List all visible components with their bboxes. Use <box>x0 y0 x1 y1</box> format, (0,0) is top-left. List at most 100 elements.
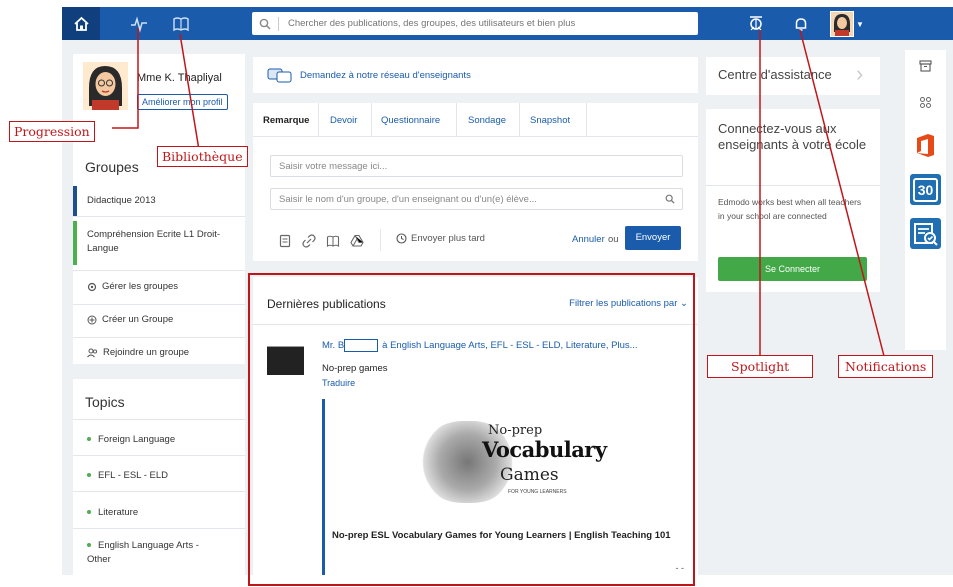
message-input[interactable]: Saisir votre message ici... <box>270 155 683 177</box>
improve-profile-button[interactable]: Améliorer mon profil <box>137 94 228 110</box>
topic-item[interactable]: EFL - ESL - ELD <box>87 469 168 483</box>
chevron-down-icon[interactable]: ▼ <box>856 20 864 29</box>
send-later-button[interactable]: Envoyer plus tard <box>396 233 485 244</box>
post-composer: Remarque Devoir Questionnaire Sondage Sn… <box>253 103 698 261</box>
send-later-label: Envoyer plus tard <box>411 233 485 244</box>
chat-bubbles-icon <box>267 68 292 83</box>
profile-avatar[interactable] <box>83 62 128 110</box>
feed-highlight-box <box>248 273 695 586</box>
clock-icon <box>396 233 407 244</box>
tab-divider <box>318 103 319 136</box>
calendar-app-button[interactable]: 30 <box>910 174 941 205</box>
google-drive-icon[interactable] <box>350 234 364 248</box>
home-icon <box>73 16 89 31</box>
progress-pulse-icon[interactable] <box>130 15 148 33</box>
toolbar-divider <box>380 229 381 251</box>
group-color-bar <box>73 221 77 265</box>
avatar-illustration-icon <box>834 14 850 36</box>
library-book-icon[interactable] <box>326 234 340 248</box>
group-item[interactable]: Compréhension Ecrite L1 Droit-Langue <box>73 221 245 265</box>
divider <box>73 455 245 456</box>
manage-groups-label: Gérer les groupes <box>102 281 179 292</box>
divider <box>706 185 880 186</box>
connect-button[interactable]: Se Connecter <box>718 257 867 281</box>
manage-groups-link[interactable]: Gérer les groupes <box>87 281 178 292</box>
chevron-right-icon: › <box>856 61 864 86</box>
topic-label: EFL - ESL - ELD <box>98 470 169 481</box>
divider <box>73 270 245 271</box>
join-group-link[interactable]: Rejoindre un groupe <box>87 347 189 358</box>
ask-network-card[interactable]: Demandez à notre réseau d'enseignants <box>253 57 698 93</box>
help-center-card[interactable]: Centre d'assistance › <box>706 57 880 95</box>
archive-icon[interactable] <box>919 60 932 72</box>
avatar-illustration-icon <box>89 66 122 110</box>
connect-title: Connectez-vous aux enseignants à votre é… <box>718 121 867 152</box>
gear-icon <box>87 282 97 291</box>
group-item[interactable]: Didactique 2013 <box>73 186 245 216</box>
divider <box>73 216 245 217</box>
progression-callout: Progression <box>9 121 95 142</box>
group-label: Compréhension Ecrite L1 Droit-Langue <box>87 229 221 254</box>
notification-bell-icon[interactable] <box>792 15 810 33</box>
topic-label: Foreign Language <box>98 434 176 445</box>
divider <box>73 304 245 305</box>
send-button[interactable]: Envoyer <box>625 226 681 250</box>
topics-card: Topics Foreign Language EFL - ESL - ELD … <box>73 379 245 575</box>
search-divider <box>278 16 279 31</box>
users-icon <box>87 348 98 357</box>
create-group-label: Créer un Groupe <box>102 314 174 325</box>
tab-divider <box>371 103 372 136</box>
groups-title: Groupes <box>85 159 139 175</box>
topic-item[interactable]: Literature <box>87 506 138 520</box>
apps-rail: 30 <box>905 50 946 350</box>
tab-questionnaire[interactable]: Questionnaire <box>381 115 440 126</box>
or-text: ou <box>608 234 619 245</box>
bibliotheque-callout: Bibliothèque <box>157 146 248 167</box>
search-input[interactable] <box>286 17 698 30</box>
divider <box>73 419 245 420</box>
search-icon <box>665 194 675 204</box>
tab-devoir[interactable]: Devoir <box>330 115 357 126</box>
home-button[interactable] <box>62 7 100 40</box>
plus-circle-icon <box>87 315 97 324</box>
apps-grid-icon[interactable] <box>919 96 932 109</box>
top-navigation-bar: ▼ <box>62 7 953 40</box>
recipient-input[interactable]: Saisir le nom d'un groupe, d'un enseigna… <box>270 188 683 210</box>
search-bar[interactable] <box>252 12 698 35</box>
profile-card: Mme K. Thapliyal Améliorer mon profil <box>73 54 245 124</box>
tab-divider <box>586 103 587 136</box>
tab-divider <box>456 103 457 136</box>
quiz-app-button[interactable] <box>910 218 941 249</box>
office-app-button[interactable] <box>910 130 941 161</box>
topic-item[interactable]: English Language Arts - Other <box>87 539 217 567</box>
tab-snapshot[interactable]: Snapshot <box>530 115 570 126</box>
topic-bullet <box>87 510 91 515</box>
topics-title: Topics <box>85 394 125 410</box>
join-group-label: Rejoindre un groupe <box>103 347 190 358</box>
link-icon[interactable] <box>302 234 316 248</box>
checklist-search-icon <box>914 223 938 246</box>
topic-bullet <box>87 437 91 442</box>
ask-network-link[interactable]: Demandez à notre réseau d'enseignants <box>300 70 471 81</box>
connect-description: Edmodo works best when all teachers in y… <box>718 197 862 221</box>
help-center-title: Centre d'assistance <box>718 67 832 82</box>
topic-item[interactable]: Foreign Language <box>87 433 175 447</box>
attach-file-icon[interactable] <box>278 234 292 248</box>
tab-sondage[interactable]: Sondage <box>468 115 506 126</box>
topic-bullet <box>87 543 91 548</box>
composer-tabs: Remarque Devoir Questionnaire Sondage Sn… <box>253 103 698 137</box>
divider <box>73 337 245 338</box>
spotlight-icon[interactable] <box>747 14 765 32</box>
profile-name: Mme K. Thapliyal <box>137 72 222 84</box>
user-avatar-menu[interactable] <box>830 11 854 37</box>
group-label: Didactique 2013 <box>87 195 156 206</box>
library-book-icon[interactable] <box>172 15 190 33</box>
topic-label: English Language Arts - Other <box>87 540 199 565</box>
cancel-link[interactable]: Annuler <box>572 234 605 245</box>
calendar-day: 30 <box>913 178 938 202</box>
create-group-link[interactable]: Créer un Groupe <box>87 314 173 325</box>
spotlight-callout: Spotlight <box>707 355 814 378</box>
tab-remarque[interactable]: Remarque <box>263 115 309 126</box>
notifications-callout: Notifications <box>838 355 934 378</box>
office-logo-icon <box>917 134 934 157</box>
